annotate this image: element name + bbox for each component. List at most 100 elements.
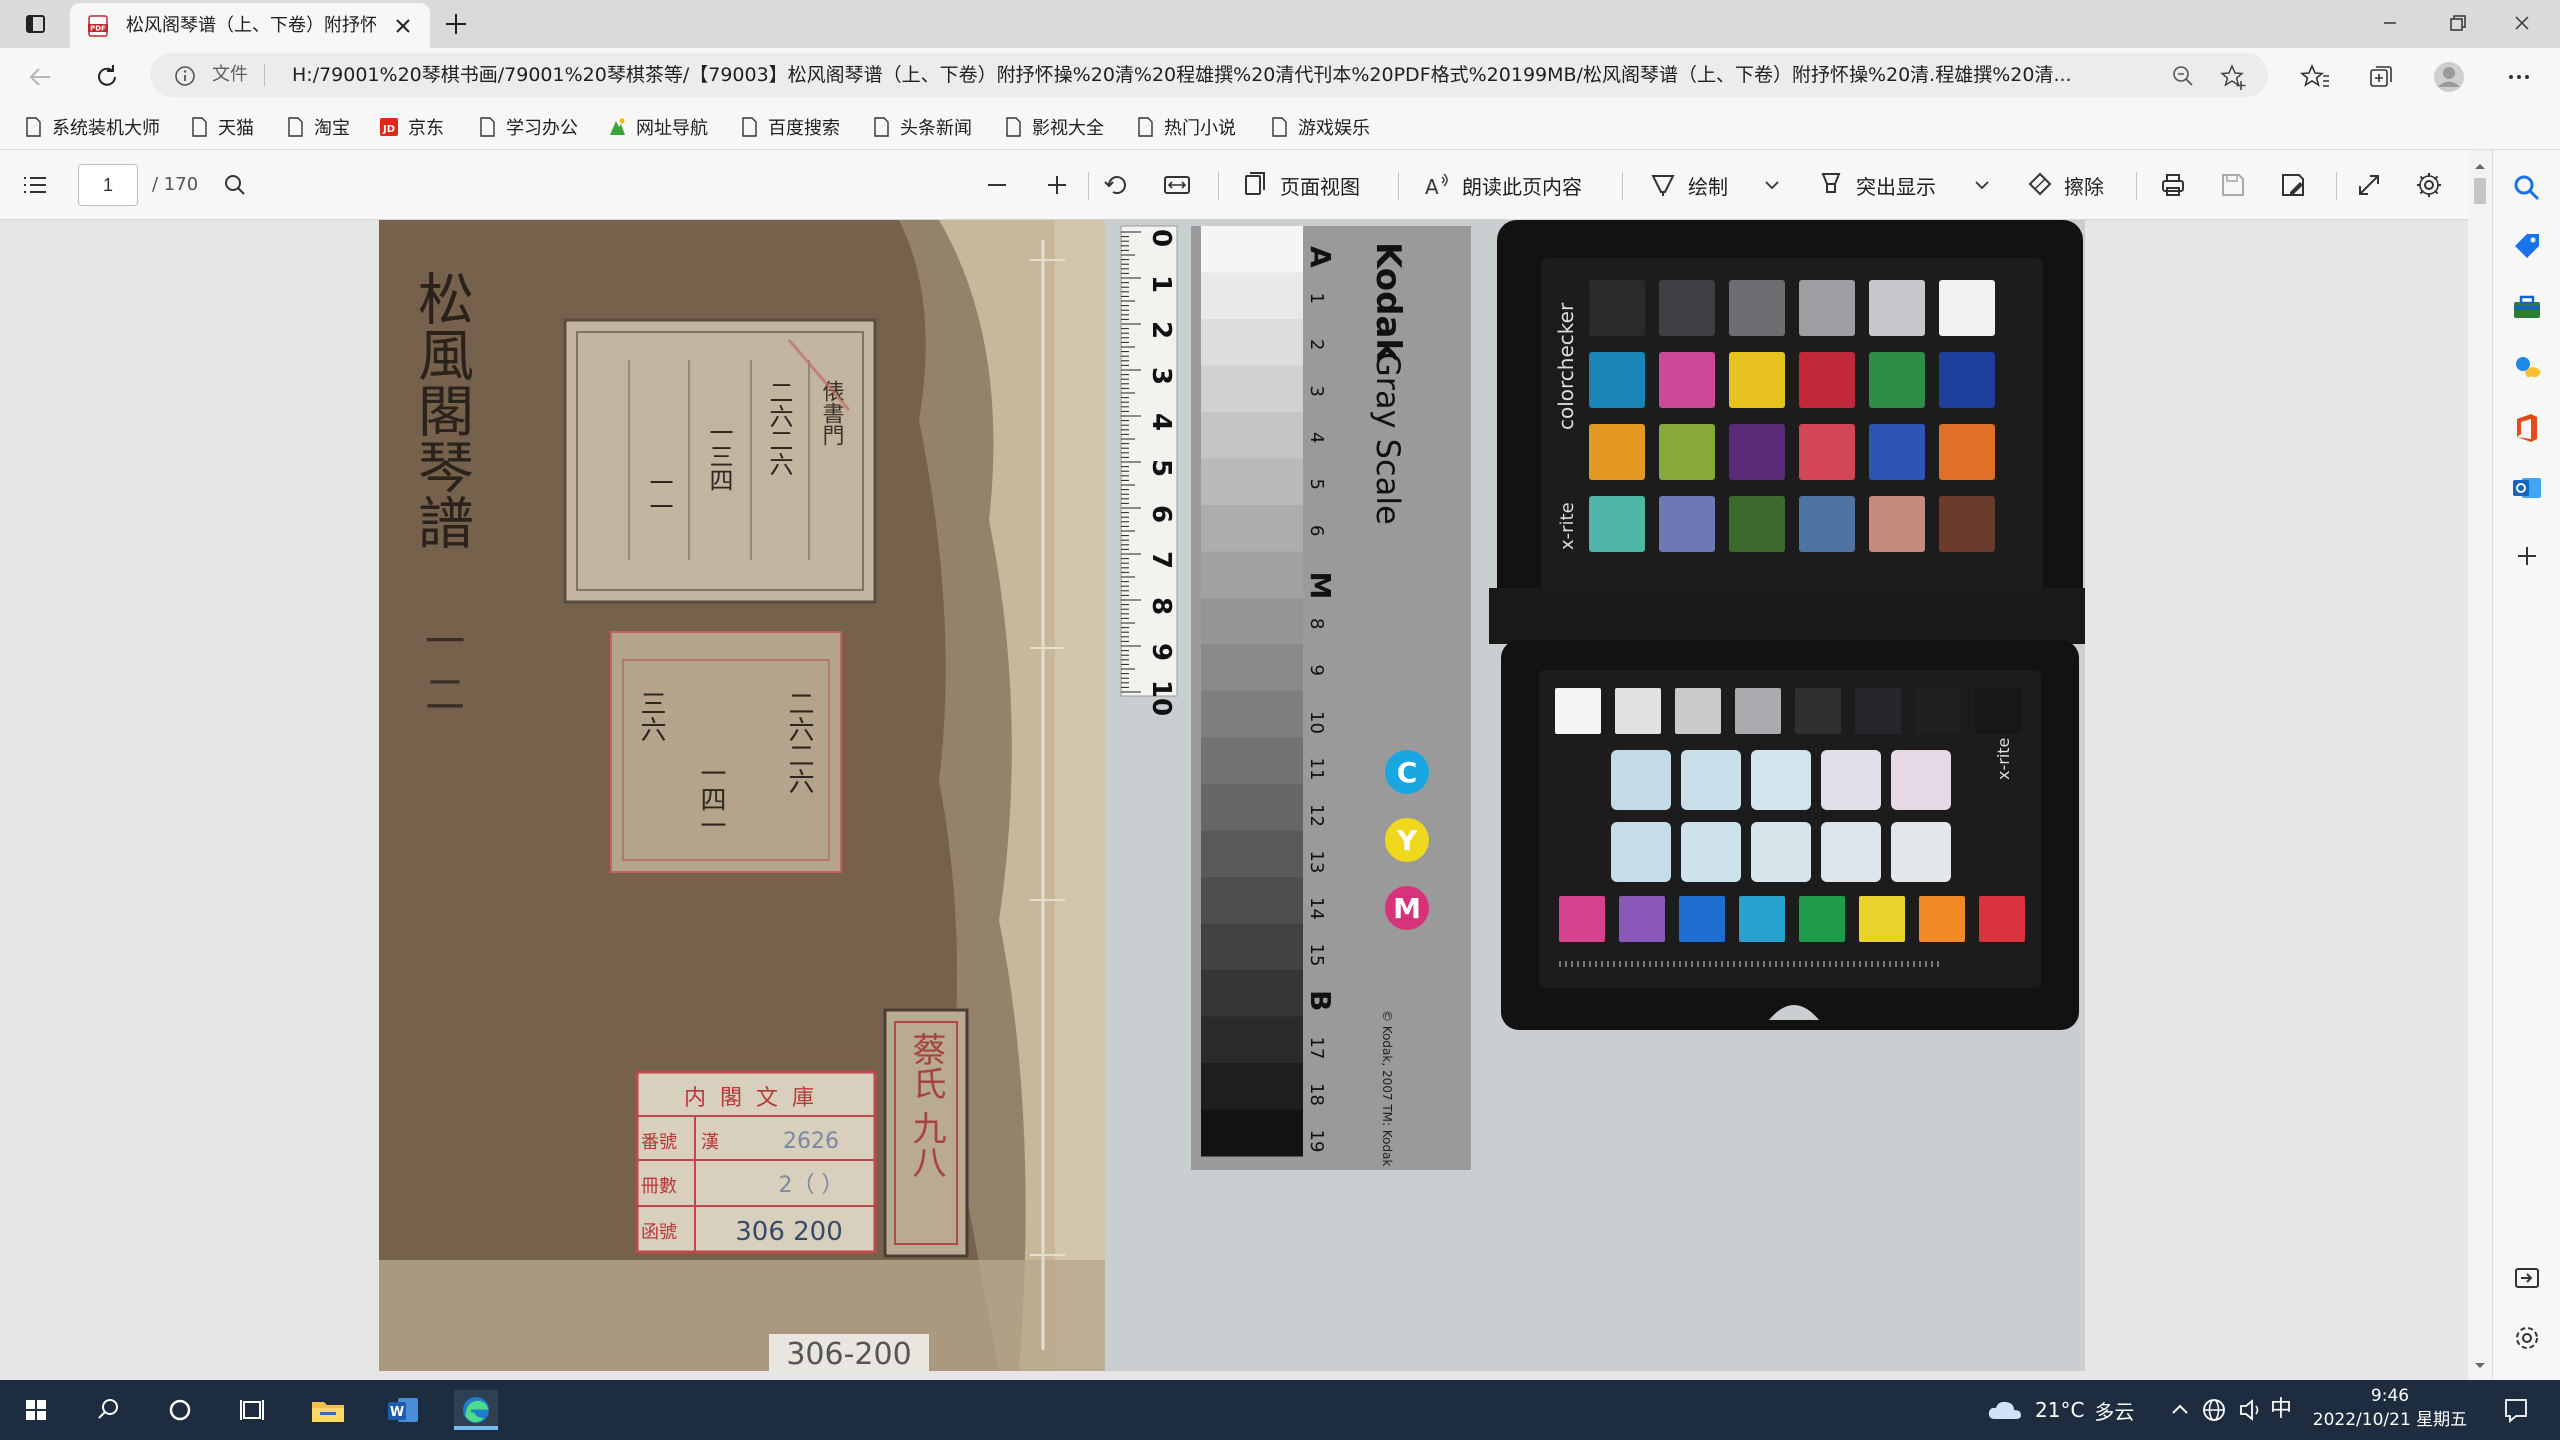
sidebar-games-button[interactable]: [2509, 350, 2545, 386]
sidebar-collapse-button[interactable]: [2509, 1260, 2545, 1296]
info-icon[interactable]: [174, 65, 196, 87]
color-swatch: [1729, 352, 1785, 408]
taskbar-search-button[interactable]: [86, 1390, 130, 1430]
draw-options-dropdown[interactable]: [1762, 168, 1782, 202]
bookmark-item[interactable]: 网址导航: [608, 110, 708, 144]
bookmark-item[interactable]: 天猫: [190, 110, 254, 144]
zoom-out-button[interactable]: [980, 168, 1014, 202]
ime-indicator[interactable]: 中: [2270, 1394, 2292, 1426]
pdf-settings-button[interactable]: [2412, 168, 2446, 202]
edge-taskbar-button[interactable]: [454, 1390, 498, 1430]
color-swatch: [1869, 352, 1925, 408]
start-button[interactable]: [14, 1390, 58, 1430]
task-view-button[interactable]: [230, 1390, 274, 1430]
page-view-button[interactable]: 页面视图: [1240, 168, 1360, 202]
find-button[interactable]: [218, 168, 252, 202]
contents-button[interactable]: [18, 168, 52, 202]
gray-swatch: [1795, 688, 1841, 734]
draw-button[interactable]: 绘制: [1648, 168, 1728, 202]
zoom-in-button[interactable]: [1040, 168, 1074, 202]
colorchecker-brand: colorchecker: [1554, 302, 1578, 430]
settings-more-button[interactable]: [2500, 58, 2538, 96]
light-patch: [1821, 822, 1881, 882]
pdf-viewport[interactable]: 松風閣琴譜 一 二 俵書門 二六二六 一三四 一一 二六二六 三六 一四一 内閣…: [0, 220, 2468, 1380]
address-bar[interactable]: 文件 H:/79001%20琴棋书画/79001%20琴棋茶等/【79003】松…: [150, 53, 2268, 97]
page-number-input[interactable]: [78, 164, 138, 206]
page-icon: [1138, 117, 1153, 137]
bookmark-item[interactable]: 系统装机大师: [24, 110, 160, 144]
xrite-brand: x-rite: [1557, 502, 1578, 550]
sidebar-tools-button[interactable]: [2509, 290, 2545, 326]
weather-widget[interactable]: 21°C 多云: [1985, 1394, 2134, 1426]
notification-button[interactable]: [2494, 1390, 2538, 1430]
catalog-key: 函號: [641, 1222, 677, 1243]
gray-step: [1201, 458, 1303, 506]
volume-button[interactable]: [2232, 1390, 2268, 1430]
minimize-button[interactable]: [2360, 0, 2420, 46]
cortana-button[interactable]: [158, 1390, 202, 1430]
bookmark-item[interactable]: JD 京东: [380, 110, 444, 144]
bookmark-item[interactable]: 游戏娱乐: [1270, 110, 1370, 144]
read-aloud-button[interactable]: A 朗读此页内容: [1422, 168, 1582, 202]
sidebar-outlook-button[interactable]: [2509, 470, 2545, 506]
highlight-button[interactable]: 突出显示: [1816, 168, 1936, 202]
save-as-button[interactable]: [2276, 168, 2310, 202]
highlight-icon: [1821, 173, 1841, 193]
clock[interactable]: 9:46 2022/10/21 星期五: [2300, 1384, 2480, 1436]
save-icon: [2222, 174, 2244, 196]
rotate-button[interactable]: [1100, 168, 1134, 202]
network-button[interactable]: [2196, 1390, 2232, 1430]
fullscreen-button[interactable]: [2352, 168, 2386, 202]
bookmark-item[interactable]: 淘宝: [286, 110, 350, 144]
refresh-button[interactable]: [88, 58, 126, 96]
scroll-up-icon[interactable]: [2468, 156, 2492, 176]
catalog-label: 内閣文庫 番號 漢 2626 冊數 2（ ） 函號 306 200: [635, 1070, 877, 1254]
scroll-thumb[interactable]: [2474, 178, 2486, 204]
draw-label: 绘制: [1688, 174, 1728, 199]
tray-overflow-button[interactable]: [2160, 1390, 2200, 1430]
gray-step: [1201, 551, 1303, 599]
bookmark-item[interactable]: 百度搜索: [740, 110, 840, 144]
save-button[interactable]: [2216, 168, 2250, 202]
add-favorite-icon[interactable]: [2220, 63, 2248, 91]
file-explorer-button[interactable]: [306, 1390, 350, 1430]
light-patch: [1751, 750, 1811, 810]
vertical-scrollbar[interactable]: [2468, 150, 2492, 1380]
word-button[interactable]: W: [380, 1390, 424, 1430]
sidebar-settings-button[interactable]: [2509, 1320, 2545, 1356]
sidebar-search-button[interactable]: [2509, 170, 2545, 206]
sidebar-shopping-button[interactable]: [2509, 230, 2545, 266]
erase-button[interactable]: 擦除: [2024, 168, 2104, 202]
nav-icon: [610, 118, 625, 135]
collections-button[interactable]: [2362, 58, 2400, 96]
sidebar-office-button[interactable]: [2509, 410, 2545, 446]
url-text[interactable]: H:/79001%20琴棋书画/79001%20琴棋茶等/【79003】松风阁琴…: [292, 53, 2152, 97]
word-icon: W: [388, 1398, 418, 1422]
zoom-out-icon[interactable]: [2170, 63, 2196, 89]
tab-actions-button[interactable]: [14, 8, 56, 40]
tab-close-button[interactable]: [388, 11, 418, 41]
bookmark-item[interactable]: 影视大全: [1004, 110, 1104, 144]
cloud-icon: [1988, 1401, 2021, 1419]
bookmark-item[interactable]: 头条新闻: [872, 110, 972, 144]
back-button[interactable]: [22, 58, 60, 96]
gray-step: [1201, 784, 1303, 831]
favorites-button[interactable]: [2296, 58, 2334, 96]
bookmark-item[interactable]: 热门小说: [1136, 110, 1236, 144]
ruler-number: 0: [1146, 229, 1176, 247]
window-close-button[interactable]: [2492, 0, 2552, 46]
highlight-options-dropdown[interactable]: [1972, 168, 1992, 202]
print-button[interactable]: [2156, 168, 2190, 202]
restore-button[interactable]: [2426, 0, 2486, 46]
color-swatch: [1659, 496, 1715, 552]
bookmark-item[interactable]: 学习办公: [478, 110, 578, 144]
scroll-down-icon[interactable]: [2468, 1356, 2492, 1376]
fit-width-button[interactable]: [1160, 168, 1194, 202]
sidebar-add-button[interactable]: [2509, 538, 2545, 574]
profile-button[interactable]: [2430, 58, 2468, 96]
gray-step: [1201, 505, 1303, 552]
active-tab[interactable]: PDF 松风阁琴谱（上、下卷）附抒怀操 清程雄撰 清代刊本: [70, 3, 430, 48]
draw-icon: [1651, 175, 1675, 196]
scanned-page-image: 松風閣琴譜 一 二 俵書門 二六二六 一三四 一一 二六二六 三六 一四一 内閣…: [379, 220, 2085, 1371]
new-tab-button[interactable]: [440, 8, 472, 40]
